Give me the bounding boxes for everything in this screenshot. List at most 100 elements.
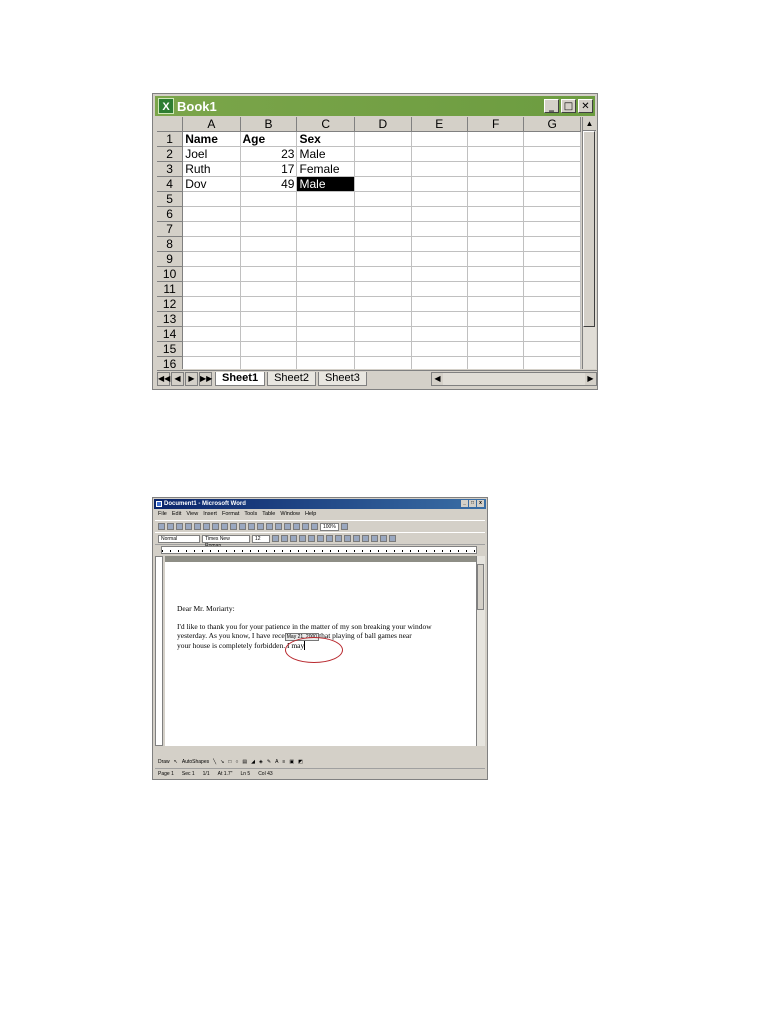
style-select[interactable]: Normal bbox=[158, 534, 200, 543]
row-header[interactable]: 11 bbox=[157, 281, 184, 297]
cell[interactable] bbox=[467, 161, 525, 177]
menu-insert[interactable]: Insert bbox=[203, 510, 217, 519]
cell[interactable] bbox=[411, 221, 468, 237]
cell[interactable] bbox=[354, 191, 412, 207]
cell[interactable] bbox=[467, 341, 525, 357]
cell-c3[interactable]: Female bbox=[296, 161, 356, 177]
align-left-icon[interactable] bbox=[299, 535, 306, 542]
column-header[interactable]: B bbox=[240, 117, 298, 132]
vertical-scrollbar[interactable]: ▲ bbox=[582, 117, 596, 369]
excel-title-bar[interactable]: X Book1 _ □ ✕ bbox=[155, 96, 595, 116]
underline-icon[interactable] bbox=[290, 535, 297, 542]
row-header[interactable]: 10 bbox=[157, 266, 184, 282]
numbering-icon[interactable] bbox=[335, 535, 342, 542]
cell[interactable] bbox=[523, 146, 581, 162]
column-header[interactable]: A bbox=[182, 117, 241, 132]
cell[interactable] bbox=[411, 191, 468, 207]
cell[interactable] bbox=[411, 281, 468, 297]
cell[interactable] bbox=[240, 326, 298, 342]
scroll-up-icon[interactable]: ▲ bbox=[583, 117, 596, 131]
prev-sheet-icon[interactable]: ◀ bbox=[171, 372, 184, 386]
cell[interactable] bbox=[354, 326, 412, 342]
cell[interactable] bbox=[240, 356, 298, 369]
vertical-ruler[interactable] bbox=[155, 556, 163, 746]
word-title-bar[interactable]: Document1 - Microsoft Word _ □ x bbox=[154, 499, 486, 509]
cell[interactable] bbox=[240, 296, 298, 312]
draw-menu[interactable]: Draw bbox=[158, 759, 170, 765]
row-header[interactable]: 5 bbox=[157, 191, 184, 207]
cell[interactable] bbox=[523, 161, 581, 177]
cell-c4-selected[interactable]: Male bbox=[296, 176, 356, 192]
cell[interactable] bbox=[296, 281, 356, 297]
new-icon[interactable] bbox=[158, 523, 165, 530]
cell[interactable] bbox=[354, 341, 412, 357]
cell[interactable] bbox=[354, 251, 412, 267]
cell[interactable] bbox=[523, 341, 581, 357]
cell[interactable] bbox=[354, 281, 412, 297]
cell[interactable] bbox=[354, 146, 412, 162]
size-select[interactable]: 12 bbox=[252, 534, 270, 543]
bold-icon[interactable] bbox=[272, 535, 279, 542]
row-header[interactable]: 7 bbox=[157, 221, 184, 237]
cell[interactable] bbox=[354, 236, 412, 252]
tab-sheet1[interactable]: Sheet1 bbox=[215, 372, 266, 386]
cell[interactable] bbox=[182, 191, 241, 207]
redo-icon[interactable] bbox=[248, 523, 255, 530]
cell-a3[interactable]: Ruth bbox=[182, 161, 241, 177]
cell[interactable] bbox=[523, 296, 581, 312]
cell[interactable] bbox=[467, 296, 525, 312]
arrow-icon[interactable]: ↘ bbox=[220, 759, 224, 765]
cell[interactable] bbox=[411, 236, 468, 252]
cell[interactable] bbox=[240, 221, 298, 237]
tab-sheet3[interactable]: Sheet3 bbox=[317, 372, 367, 386]
drawing-icon[interactable] bbox=[293, 523, 300, 530]
cell[interactable] bbox=[411, 296, 468, 312]
cell[interactable] bbox=[354, 161, 412, 177]
cell[interactable] bbox=[411, 341, 468, 357]
row-header[interactable]: 4 bbox=[157, 176, 184, 192]
cell-b2[interactable]: 23 bbox=[240, 146, 298, 162]
word-app-icon[interactable] bbox=[156, 501, 162, 507]
cell[interactable] bbox=[523, 266, 581, 282]
column-header[interactable]: C bbox=[296, 117, 356, 132]
close-button[interactable]: ✕ bbox=[578, 99, 593, 113]
cell[interactable] bbox=[467, 326, 525, 342]
cell[interactable] bbox=[240, 236, 298, 252]
cell-a4[interactable]: Dov bbox=[182, 176, 241, 192]
cell-b3[interactable]: 17 bbox=[240, 161, 298, 177]
cell[interactable] bbox=[354, 176, 412, 192]
cell[interactable] bbox=[296, 296, 356, 312]
font-color-icon[interactable]: A bbox=[275, 759, 278, 765]
column-header[interactable]: F bbox=[467, 117, 525, 132]
rectangle-icon[interactable]: □ bbox=[228, 759, 231, 765]
cell[interactable] bbox=[354, 311, 412, 327]
menu-tools[interactable]: Tools bbox=[244, 510, 257, 519]
cell[interactable] bbox=[523, 311, 581, 327]
highlight-icon[interactable] bbox=[380, 535, 387, 542]
undo-icon[interactable] bbox=[239, 523, 246, 530]
line-style-icon[interactable]: ≡ bbox=[282, 759, 285, 765]
menu-view[interactable]: View bbox=[186, 510, 198, 519]
cell-c2[interactable]: Male bbox=[296, 146, 356, 162]
cell[interactable] bbox=[411, 251, 468, 267]
cell[interactable] bbox=[296, 341, 356, 357]
cell[interactable] bbox=[296, 221, 356, 237]
cell[interactable] bbox=[411, 266, 468, 282]
cell[interactable] bbox=[467, 236, 525, 252]
justify-icon[interactable] bbox=[326, 535, 333, 542]
cell[interactable] bbox=[182, 281, 241, 297]
cell[interactable] bbox=[296, 206, 356, 222]
cell[interactable] bbox=[467, 146, 525, 162]
cell[interactable] bbox=[411, 311, 468, 327]
cell[interactable] bbox=[411, 161, 468, 177]
cell[interactable] bbox=[182, 356, 241, 369]
column-header[interactable]: E bbox=[411, 117, 468, 132]
preview-icon[interactable] bbox=[194, 523, 201, 530]
cell[interactable] bbox=[354, 131, 412, 147]
row-header[interactable]: 1 bbox=[157, 131, 184, 147]
cell[interactable] bbox=[354, 356, 412, 369]
cell[interactable] bbox=[182, 266, 241, 282]
select-objects-icon[interactable]: ↖ bbox=[174, 759, 178, 765]
cell-a1[interactable]: Name bbox=[182, 131, 241, 147]
row-header[interactable]: 15 bbox=[157, 341, 184, 357]
